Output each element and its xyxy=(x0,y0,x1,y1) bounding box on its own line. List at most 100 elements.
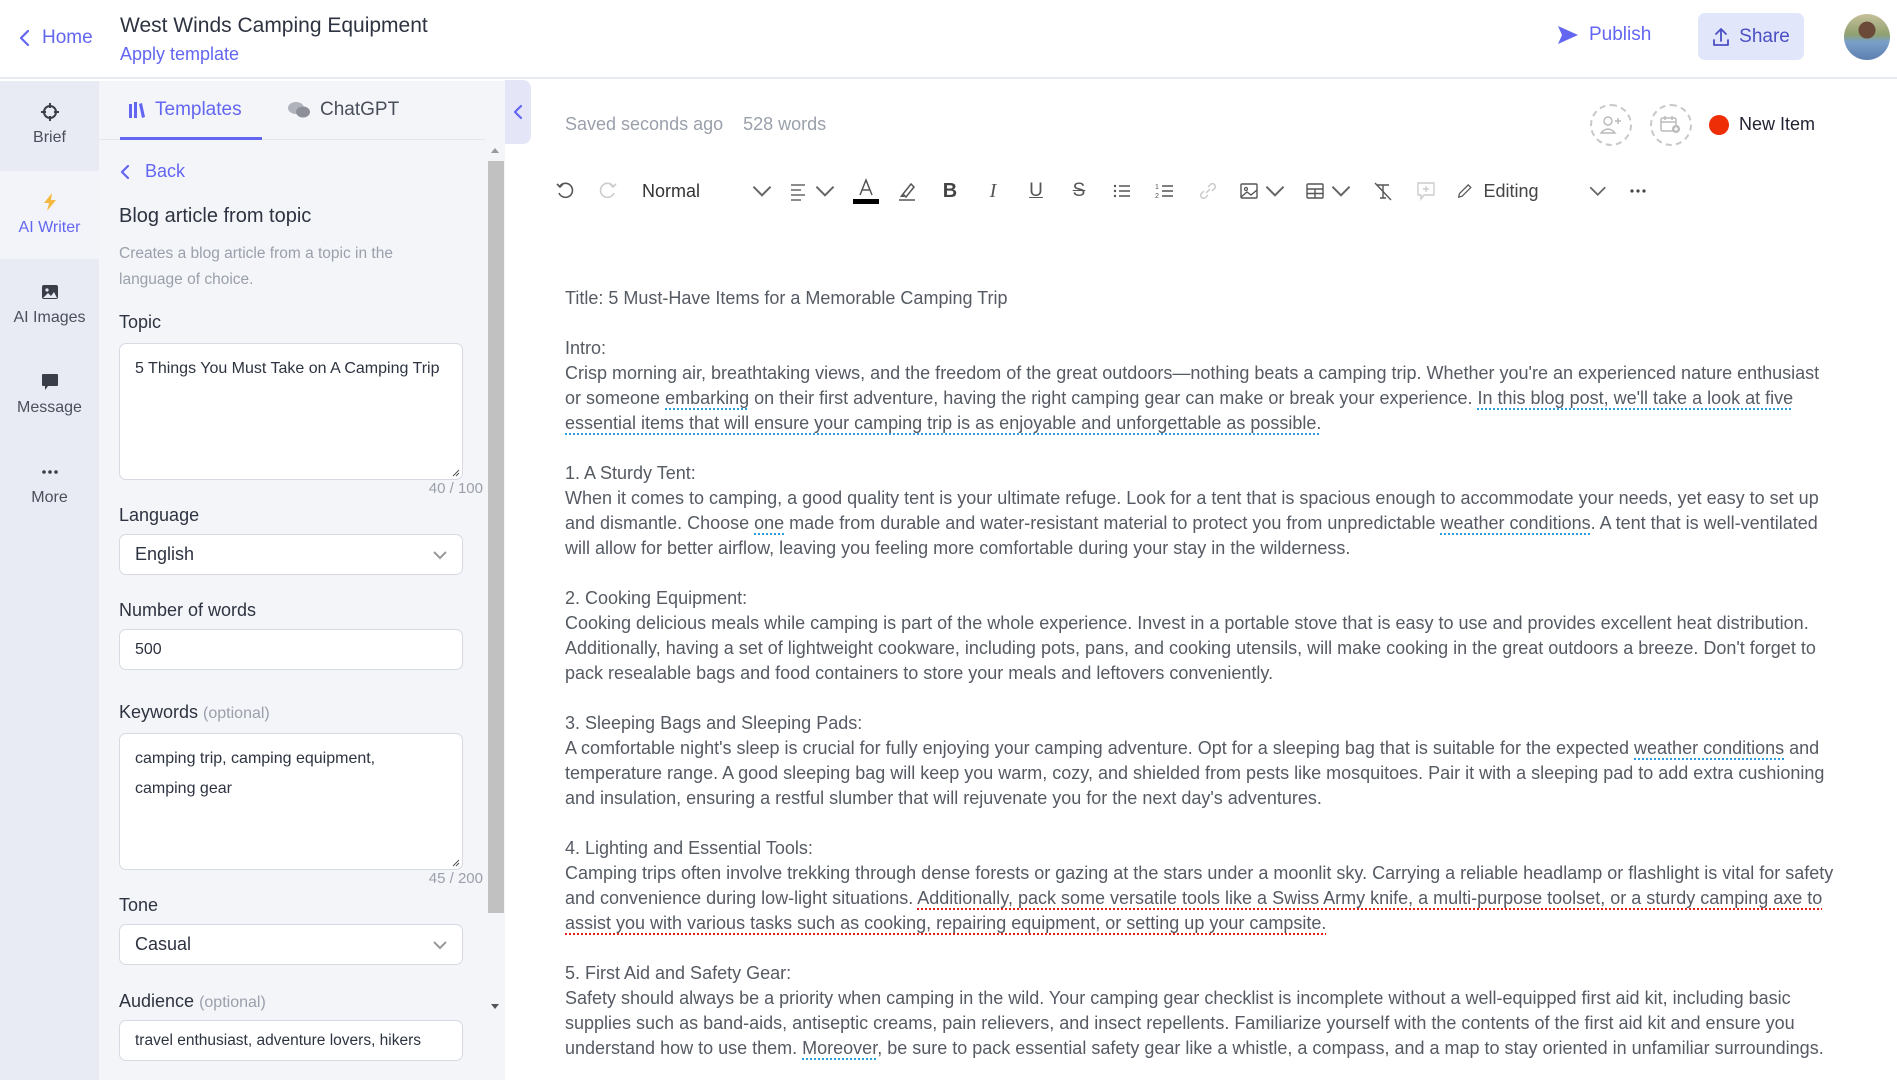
section-heading: 1. A Sturdy Tent: xyxy=(565,463,696,483)
grammar-suggestion[interactable]: one xyxy=(754,513,784,533)
rail-item-ai-images[interactable]: AI Images xyxy=(0,261,99,349)
link-icon xyxy=(1199,182,1217,200)
intro-heading: Intro: xyxy=(565,338,607,358)
optional-hint: (optional) xyxy=(203,705,270,722)
chevron-left-icon xyxy=(19,29,30,47)
topic-label: Topic xyxy=(119,312,162,332)
assign-user-button[interactable] xyxy=(1590,104,1632,146)
language-select[interactable]: English xyxy=(119,534,463,575)
highlight-button[interactable] xyxy=(894,178,920,204)
grammar-suggestion[interactable]: weather conditions xyxy=(1634,738,1784,758)
chevron-down-icon xyxy=(1589,186,1606,196)
add-comment-button[interactable] xyxy=(1413,178,1439,204)
underline-icon: U xyxy=(1029,180,1043,201)
strikethrough-button[interactable]: S xyxy=(1066,178,1092,204)
words-label: Number of words xyxy=(119,600,257,620)
bulleted-list-icon xyxy=(1113,184,1130,198)
insert-table-button[interactable] xyxy=(1304,178,1352,204)
svg-text:2: 2 xyxy=(1155,193,1159,200)
audience-input[interactable]: travel enthusiast, adventure lovers, hik… xyxy=(119,1020,463,1061)
chat-bubbles-icon xyxy=(288,102,310,118)
more-options-button[interactable] xyxy=(1625,178,1651,204)
rail-item-brief[interactable]: Brief xyxy=(0,81,99,169)
editing-mode-label: Editing xyxy=(1483,180,1539,201)
clear-formatting-button[interactable] xyxy=(1370,178,1396,204)
tone-value: Casual xyxy=(135,934,192,954)
rail-label: AI Writer xyxy=(18,219,81,236)
words-value: 500 xyxy=(135,640,162,658)
rail-label: More xyxy=(31,489,68,506)
document-sections: 1. A Sturdy Tent: When it comes to campin… xyxy=(565,436,1840,1061)
keywords-label-text: Keywords xyxy=(119,702,199,722)
document-title-line: Title: 5 Must-Have Items for a Memorable… xyxy=(565,288,1008,308)
image-icon xyxy=(1240,183,1258,199)
tab-label: ChatGPT xyxy=(320,99,400,120)
rail-item-more[interactable]: More xyxy=(0,441,99,529)
language-value: English xyxy=(135,544,195,564)
numbered-list-icon: 12 xyxy=(1155,184,1173,200)
topic-counter: 40 / 100 xyxy=(428,480,483,497)
set-due-date-button[interactable] xyxy=(1650,104,1692,146)
send-icon xyxy=(1558,26,1578,44)
status-label: New Item xyxy=(1739,114,1816,134)
pencil-icon xyxy=(1457,184,1472,198)
rail-item-message[interactable]: Message xyxy=(0,351,99,439)
text-run: made from durable and water-resistant ma… xyxy=(784,513,1441,533)
grammar-suggestion[interactable]: weather conditions xyxy=(1441,513,1591,533)
topic-textarea[interactable]: 5 Things You Must Take on A Camping Trip xyxy=(119,343,463,480)
tab-chatgpt[interactable]: ChatGPT xyxy=(287,99,399,121)
bold-icon: B xyxy=(942,179,958,202)
chevron-left-icon xyxy=(120,164,130,179)
insert-image-button[interactable] xyxy=(1238,178,1286,204)
bulleted-list-button[interactable] xyxy=(1109,178,1135,204)
resize-handle-icon[interactable] xyxy=(450,467,460,477)
back-label: Back xyxy=(145,161,186,181)
grammar-suggestion[interactable]: embarking xyxy=(665,388,749,408)
editing-mode-select[interactable]: Editing xyxy=(1456,178,1606,204)
underline-button[interactable]: U xyxy=(1023,178,1049,204)
document-body[interactable]: Title: 5 Must-Have Items for a Memorable… xyxy=(565,286,1840,1061)
paragraph-style-value: Normal xyxy=(642,180,701,201)
share-button[interactable]: Share xyxy=(1698,13,1804,60)
template-description: Creates a blog article from a topic in t… xyxy=(119,245,393,288)
table-icon xyxy=(1306,183,1324,199)
publish-button[interactable]: Publish xyxy=(1557,24,1651,46)
words-input[interactable]: 500 xyxy=(119,629,463,670)
scroll-up-arrow-icon[interactable] xyxy=(490,146,500,154)
text-run: A comfortable night's sleep is crucial f… xyxy=(565,738,1635,758)
text-color-button[interactable] xyxy=(852,178,880,204)
tone-label: Tone xyxy=(119,895,159,915)
apply-template-link[interactable]: Apply template xyxy=(120,44,239,65)
paragraph-style-select[interactable]: Normal xyxy=(642,178,772,204)
scrollbar-thumb[interactable] xyxy=(488,161,504,913)
status-selector[interactable]: New Item xyxy=(1709,114,1815,135)
chevron-down-icon xyxy=(1265,186,1285,197)
panel-scrollbar[interactable] xyxy=(485,141,505,1080)
undo-icon xyxy=(556,182,574,199)
resize-handle-icon[interactable] xyxy=(450,857,460,867)
editor-status: Saved seconds ago 528 words xyxy=(565,114,826,135)
lightning-icon xyxy=(43,193,56,211)
section-paragraph: Safety should always be a priority when … xyxy=(565,986,1840,1061)
rail-item-ai-writer[interactable]: AI Writer xyxy=(0,171,99,259)
collapse-panel-button[interactable] xyxy=(505,80,531,144)
section-heading: 2. Cooking Equipment: xyxy=(565,588,748,608)
grammar-suggestion[interactable]: Moreover xyxy=(802,1038,877,1058)
tab-templates[interactable]: Templates xyxy=(128,99,242,121)
tone-select[interactable]: Casual xyxy=(119,924,463,965)
numbered-list-button[interactable]: 12 xyxy=(1152,178,1178,204)
home-link[interactable]: Home xyxy=(18,27,93,49)
svg-text:1: 1 xyxy=(1155,184,1159,191)
keywords-textarea[interactable]: camping trip, camping equipment, camping… xyxy=(119,733,463,870)
link-button[interactable] xyxy=(1195,178,1221,204)
user-avatar[interactable] xyxy=(1844,14,1890,60)
scroll-down-arrow-icon[interactable] xyxy=(490,1003,500,1011)
align-button[interactable] xyxy=(788,178,836,204)
italic-button[interactable]: I xyxy=(980,178,1006,204)
undo-button[interactable] xyxy=(552,178,578,204)
bold-button[interactable]: B xyxy=(937,178,963,204)
redo-button[interactable] xyxy=(595,178,621,204)
back-button[interactable]: Back xyxy=(119,161,185,182)
